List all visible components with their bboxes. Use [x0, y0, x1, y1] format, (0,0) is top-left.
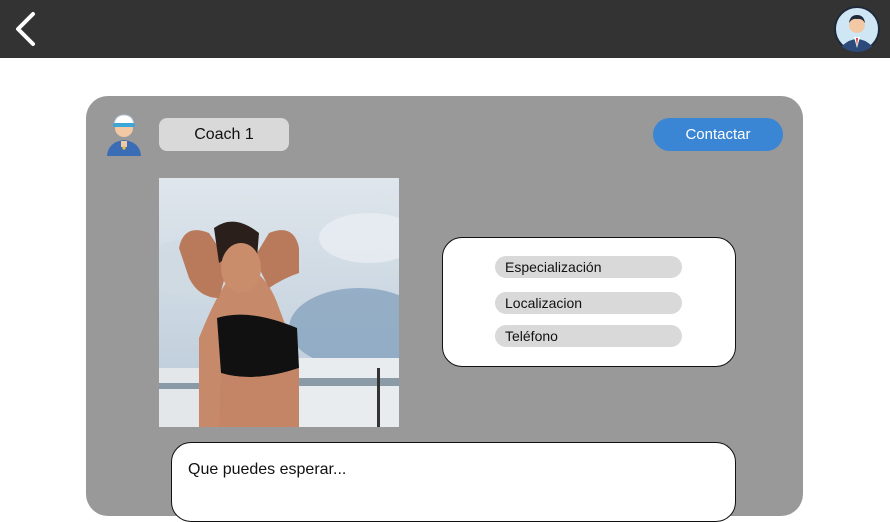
location-field: Localizacion [495, 292, 682, 314]
coach-name: Coach 1 [159, 118, 289, 151]
expectations-title: Que puedes esperar... [188, 461, 347, 478]
coach-photo [159, 178, 399, 427]
back-button[interactable] [8, 8, 42, 50]
coach-avatar-icon [107, 114, 141, 156]
businessman-avatar-icon [834, 6, 880, 52]
user-avatar[interactable] [834, 6, 880, 52]
top-bar [0, 0, 890, 58]
contact-button[interactable]: Contactar [653, 118, 783, 151]
expectations-box [171, 442, 736, 522]
phone-field: Teléfono [495, 325, 682, 347]
specialization-field: Especialización [495, 256, 682, 278]
coach-avatar [104, 108, 144, 158]
chevron-left-icon [16, 12, 35, 46]
coach-photo-illustration [159, 178, 399, 427]
